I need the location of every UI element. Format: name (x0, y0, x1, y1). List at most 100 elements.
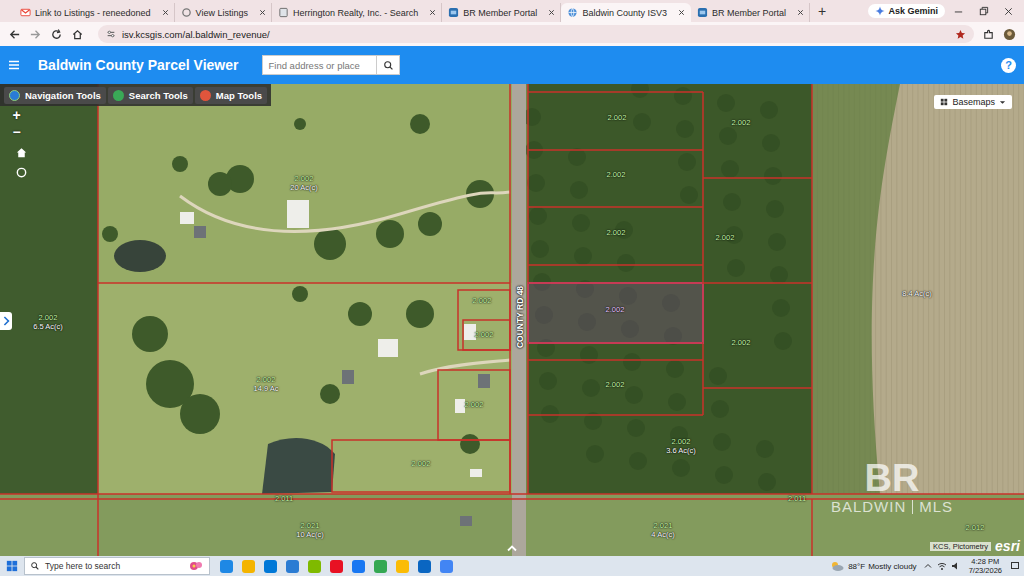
parcel-label[interactable]: 2.002 (732, 338, 751, 347)
tools-bar: Navigation ToolsSearch ToolsMap Tools (0, 84, 271, 106)
url-field[interactable]: isv.kcsgis.com/al.baldwin_revenue/ (98, 25, 974, 43)
taskbar-app-icon[interactable] (352, 560, 365, 573)
parcel-label[interactable]: 2.002 (607, 228, 626, 237)
zoom-in-button[interactable]: + (12, 108, 20, 122)
show-hidden-icon[interactable] (923, 561, 933, 571)
restore-icon[interactable] (972, 6, 995, 17)
home-icon[interactable] (71, 28, 84, 41)
browser-tab[interactable]: BR Member Portal (691, 3, 810, 22)
taskbar-app-icon[interactable] (220, 560, 233, 573)
br-logo-icon (448, 7, 459, 18)
parcel-label[interactable]: 8.4 Ac(c) (902, 289, 932, 298)
reload-icon[interactable] (50, 28, 63, 41)
globe-icon (567, 7, 578, 18)
parcel-label[interactable]: 2.002 (606, 380, 625, 389)
screen: Link to Listings - reneedonedView Listin… (0, 0, 1024, 576)
zoom-out-button[interactable]: − (12, 125, 20, 139)
help-button[interactable]: ? (1001, 58, 1016, 73)
forward-arrow-icon[interactable] (29, 28, 42, 41)
parcel-label[interactable]: 2.002 (412, 459, 431, 468)
gemini-icon (875, 6, 885, 16)
page-icon (278, 7, 289, 18)
close-tab-icon[interactable] (796, 8, 805, 17)
site-info-icon[interactable] (106, 29, 116, 39)
taskbar-app-icon[interactable] (330, 560, 343, 573)
parcel-map[interactable]: Navigation ToolsSearch ToolsMap Tools Bas… (0, 84, 1024, 556)
search-button[interactable] (376, 55, 400, 75)
weather-widget[interactable]: 88°FMostly cloudy (829, 560, 916, 572)
br-logo-icon (697, 7, 708, 18)
selected-parcel[interactable] (528, 283, 703, 343)
tool-tab[interactable]: Navigation Tools (4, 87, 106, 104)
taskbar-search[interactable]: Type here to search (24, 557, 210, 575)
locate-icon[interactable] (15, 166, 28, 179)
magnifier-icon (383, 60, 394, 71)
browser-tab[interactable]: View Listings (175, 3, 272, 22)
tool-icon (200, 90, 211, 101)
bookmark-star-icon[interactable] (955, 29, 966, 40)
browser-tab[interactable]: BR Member Portal (442, 3, 561, 22)
windows-start-icon[interactable] (6, 560, 18, 572)
volume-icon[interactable] (951, 561, 961, 571)
road-label: COUNTY RD 48 (515, 286, 525, 348)
wifi-icon[interactable] (937, 561, 947, 571)
map-controls: +− (5, 108, 28, 179)
back-arrow-icon[interactable] (8, 28, 21, 41)
parcel-label[interactable]: 2.00214.9 Ac (253, 375, 278, 393)
parcel-label[interactable]: 2.02110 Ac(c) (296, 521, 324, 539)
parcel-label[interactable]: 2.011 (275, 494, 293, 503)
taskbar-app-icon[interactable] (242, 560, 255, 573)
browser-tab[interactable]: Baldwin County ISV3 (561, 3, 691, 22)
parcel-label[interactable]: 2.002 (473, 296, 492, 305)
taskbar-app-icon[interactable] (418, 560, 431, 573)
close-window-icon[interactable] (997, 6, 1020, 17)
parcel-label[interactable]: 2.002 (606, 305, 625, 314)
parcel-label[interactable]: 2.002 (716, 233, 735, 242)
minimize-icon[interactable] (947, 6, 970, 17)
cloud-icon (829, 560, 845, 572)
parcel-label[interactable]: 2.002 (608, 113, 627, 122)
profile-avatar-icon[interactable] (1003, 28, 1016, 41)
notifications-icon[interactable] (1010, 561, 1020, 571)
parcel-label[interactable]: 2.012 (966, 523, 985, 532)
close-tab-icon[interactable] (428, 8, 437, 17)
tool-tab[interactable]: Search Tools (108, 87, 193, 104)
close-tab-icon[interactable] (161, 8, 170, 17)
home-extent-icon[interactable] (15, 146, 28, 159)
ask-gemini-button[interactable]: Ask Gemini (868, 4, 945, 18)
new-tab-button[interactable]: + (810, 2, 834, 22)
parcel-label[interactable]: 2.0214 Ac(c) (651, 521, 674, 539)
browser-tab[interactable]: Herrington Realty, Inc. - Search (272, 3, 442, 22)
taskbar-app-icon[interactable] (440, 560, 453, 573)
parcel-label[interactable]: 2.0023.6 Ac(c) (666, 437, 696, 455)
taskbar-app-icon[interactable] (308, 560, 321, 573)
loading-icon (181, 7, 192, 18)
flower-icon (188, 560, 204, 572)
taskbar-app-icon[interactable] (396, 560, 409, 573)
parcel-label[interactable]: 2.0026.5 Ac(c) (33, 313, 63, 331)
close-tab-icon[interactable] (258, 8, 267, 17)
menu-icon[interactable] (7, 58, 21, 72)
browser-tab[interactable]: Link to Listings - reneedoned (14, 3, 175, 22)
taskbar-app-icon[interactable] (374, 560, 387, 573)
close-tab-icon[interactable] (547, 8, 556, 17)
clock[interactable]: 4:28 PM7/23/2026 (967, 556, 1004, 576)
side-panel-toggle[interactable] (0, 312, 12, 330)
taskbar-app-icon[interactable] (286, 560, 299, 573)
extensions-icon[interactable] (982, 28, 995, 41)
tool-icon (113, 90, 124, 101)
parcel-label[interactable]: 2.002 (475, 330, 494, 339)
close-tab-icon[interactable] (677, 8, 686, 17)
browser-tab-strip: Link to Listings - reneedonedView Listin… (0, 0, 1024, 22)
chevron-up-icon[interactable] (506, 544, 518, 552)
parcel-label[interactable]: 2.011 (788, 494, 806, 503)
parcel-label[interactable]: 2.002 (465, 400, 484, 409)
taskbar: Type here to search 88°FMostly cloudy 4:28… (0, 556, 1024, 576)
parcel-label[interactable]: 2.002 (732, 118, 751, 127)
address-search-input[interactable] (262, 55, 376, 75)
tool-tab[interactable]: Map Tools (195, 87, 267, 104)
taskbar-app-icon[interactable] (264, 560, 277, 573)
basemaps-button[interactable]: Basemaps (934, 95, 1012, 109)
parcel-label[interactable]: 2.002 (607, 170, 626, 179)
parcel-label[interactable]: 2.00220 Ac(c) (290, 174, 318, 192)
